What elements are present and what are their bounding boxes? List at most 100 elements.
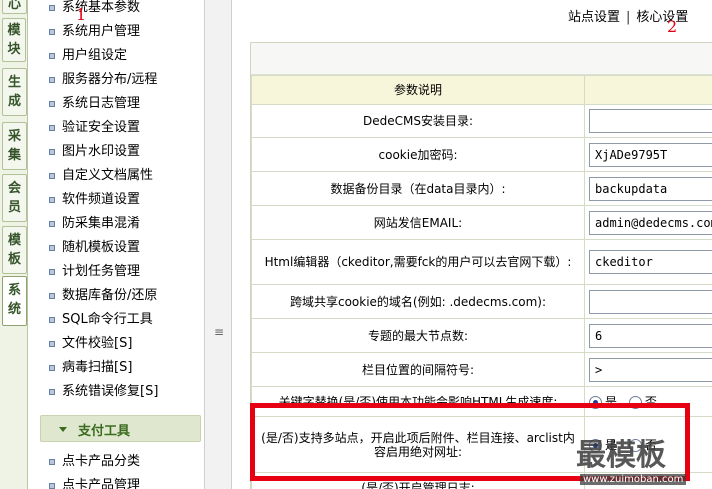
menu-item[interactable]: 图片水印设置 [28,140,204,164]
row-value [584,104,712,138]
menu-item-label: 随机模板设置 [62,240,141,255]
watermark-logo: 最模板 [576,438,666,473]
tab-system-label: 系统 [8,283,22,317]
bullet-icon [49,341,55,347]
menu-item[interactable]: 防采集串混淆 [28,212,204,236]
menu-item-label: 系统用户管理 [62,24,141,39]
bullet-icon [49,293,55,299]
row-value: 6 [584,318,712,353]
menu-item[interactable]: 系统基本参数 [28,0,204,20]
editor-input[interactable]: ckeditor [589,250,712,274]
menu-item-label: 系统错误修复[S] [62,384,159,399]
table-header-row: 参数说明 [251,75,712,105]
cookie-key-input[interactable]: XjADe9795T [589,142,712,167]
tab-core[interactable]: 心 [2,0,27,14]
row-value: admin@dedecms.com [584,205,712,240]
menu-item[interactable]: SQL命令行工具 [28,308,204,332]
bullet-icon [49,483,55,489]
nav-separator: | [626,10,631,25]
tab-templates[interactable]: 模板 [2,226,27,274]
bullet-icon [49,221,55,227]
table-row: 跨域共享cookie的域名(例如: .dedecms.com): [251,284,712,319]
menu-item-label: 数据库备份/还原 [62,288,158,303]
menu-item-label: 系统基本参数 [62,0,141,15]
bullet-icon [49,173,55,179]
table-row: 栏目位置的间隔符号: > [251,352,712,387]
row-value [584,284,712,319]
bullet-icon [49,149,55,155]
tab-templates-label: 模板 [8,233,22,267]
table-row: 网站发信EMAIL: admin@dedecms.com [251,205,712,240]
separator-input[interactable]: > [589,357,712,382]
cookie-domain-input[interactable] [589,289,712,314]
row-label: 跨域共享cookie的域名(例如: .dedecms.com): [251,284,585,319]
system-menu: 系统基本参数 系统用户管理 用户组设定 服务器分布/远程 系统日志管理 验证安全… [28,0,204,489]
menu-item[interactable]: 随机模板设置 [28,236,204,260]
tab-members[interactable]: 会员 [2,174,27,222]
core-settings-link[interactable]: 核心设置 [636,10,688,25]
tab-collect[interactable]: 采集 [2,122,27,170]
content-header-bar [251,43,712,75]
menu-item-label: 自定义文档属性 [62,168,154,183]
install-dir-input[interactable] [589,109,712,133]
menu-item-label: 点卡产品管理 [62,478,141,489]
table-row: DedeCMS安装目录: [251,104,712,138]
menu-item[interactable]: 点卡产品管理 [28,474,204,489]
bullet-icon [49,77,55,83]
menu-item-label: 防采集串混淆 [62,216,141,231]
bullet-icon [49,53,55,59]
value-header [584,75,712,105]
bullet-icon [49,269,55,275]
max-nodes-input[interactable]: 6 [589,323,712,348]
menu-item[interactable]: 计划任务管理 [28,260,204,284]
bullet-icon [49,125,55,131]
menu-item[interactable]: 软件频道设置 [28,188,204,212]
annotation-number-2: 2 [667,17,678,36]
row-label: 数据备份目录（在data目录内）: [251,171,585,206]
menu-item[interactable]: 用户组设定 [28,44,204,68]
bullet-icon [49,245,55,251]
menu-item-label: 验证安全设置 [62,120,141,135]
menu-item[interactable]: 病毒扫描[S] [28,356,204,380]
bullet-icon [49,459,55,465]
tab-modules[interactable]: 模块 [2,18,26,62]
tab-system[interactable]: 系统 [2,276,27,326]
table-row: Html编辑器（ckeditor,需要fck的用户可以去官网下载）: ckedi… [251,239,712,285]
row-value: backupdata [584,171,712,206]
menu-item[interactable]: 验证安全设置 [28,116,204,140]
menu-item[interactable]: 系统错误修复[S] [28,380,204,404]
menu-item-label: 用户组设定 [62,48,128,63]
bullet-icon [49,365,55,371]
row-value: XjADe9795T [584,137,712,172]
menu-item[interactable]: 自定义文档属性 [28,164,204,188]
row-value: > [584,352,712,387]
bullet-icon [49,317,55,323]
watermark-url: www.zuimoban.com [580,474,687,485]
site-settings-link[interactable]: 站点设置 [568,10,620,25]
tab-core-label: 心 [7,0,21,12]
row-label: 栏目位置的间隔符号: [251,352,585,387]
bullet-icon [49,389,55,395]
module-tab-strip: 心 模块 生成 采集 会员 模板 系统 [0,0,28,489]
menu-item[interactable]: 系统日志管理 [28,92,204,116]
panel-splitter[interactable]: ≡ [204,0,232,489]
menu-item-label: SQL命令行工具 [62,312,153,327]
row-label: 网站发信EMAIL: [251,205,585,240]
backup-dir-input[interactable]: backupdata [589,176,712,201]
tab-generate[interactable]: 生成 [2,68,27,116]
menu-item[interactable]: 数据库备份/还原 [28,284,204,308]
bullet-icon [49,197,55,203]
param-description-header: 参数说明 [251,75,585,105]
menu-item-label: 系统日志管理 [62,96,141,111]
menu-item[interactable]: 服务器分布/远程 [28,68,204,92]
menu-item[interactable]: 文件校验[S] [28,332,204,356]
table-row: cookie加密码: XjADe9795T [251,137,712,172]
bullet-icon [49,29,55,35]
payment-tools-group-header[interactable]: 支付工具 [40,415,201,442]
annotation-number-1: 1 [76,5,87,24]
email-input[interactable]: admin@dedecms.com [589,210,712,235]
menu-item[interactable]: 点卡产品分类 [28,450,204,474]
row-label: 专题的最大节点数: [251,318,585,353]
menu-item[interactable]: 系统用户管理 [28,20,204,44]
menu-item-label: 文件校验[S] [62,336,133,351]
